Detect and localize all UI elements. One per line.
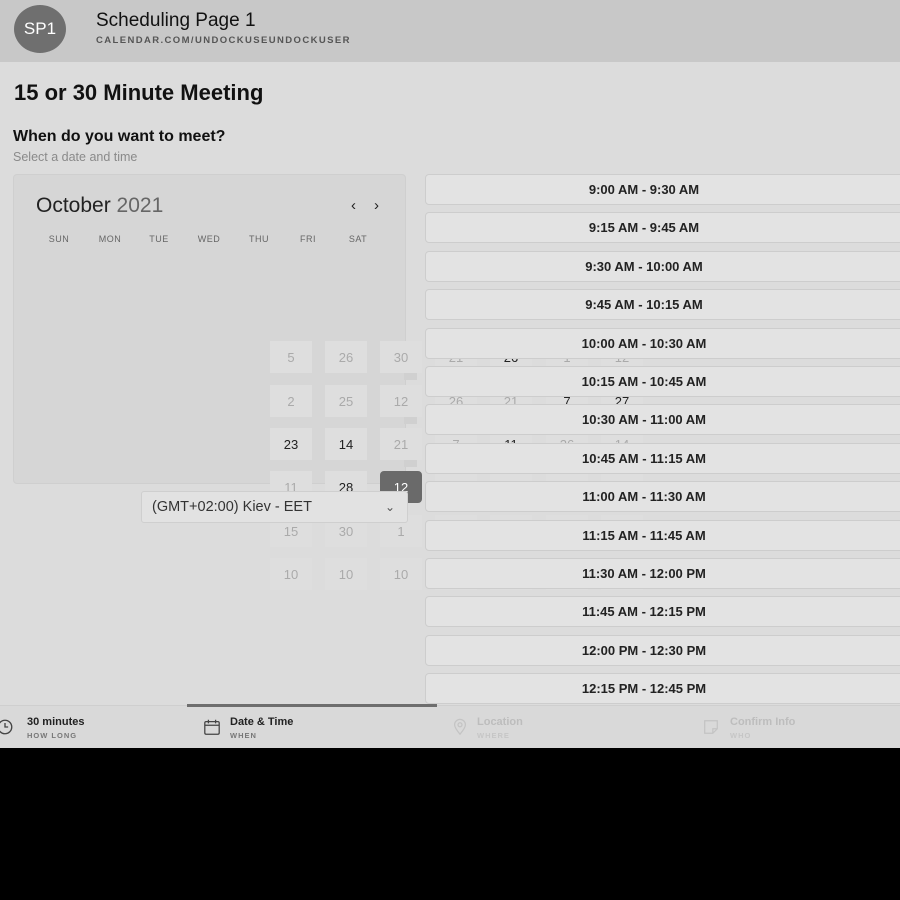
when-heading: When do you want to meet? bbox=[13, 128, 226, 145]
chevron-down-icon: ⌄ bbox=[385, 500, 396, 514]
calendar-day[interactable]: 23 bbox=[270, 428, 312, 460]
step-location-sub: WHERE bbox=[477, 731, 510, 740]
timezone-select[interactable]: (GMT+02:00) Kiev - EET ⌄ bbox=[141, 491, 408, 523]
days-of-week-row: SUN MON TUE WED THU FRI SAT bbox=[14, 234, 405, 248]
timezone-value: (GMT+02:00) Kiev - EET bbox=[152, 499, 312, 515]
header: SP1 Scheduling Page 1 CALENDAR.COM/UNDOC… bbox=[0, 0, 900, 62]
day-of-week-label: SAT bbox=[348, 234, 368, 244]
step-confirm-info-label: Confirm Info bbox=[730, 716, 796, 728]
calendar-fragment bbox=[404, 372, 417, 380]
time-slot-button[interactable]: 11:30 AM - 12:00 PM bbox=[425, 558, 900, 589]
calendar-day[interactable]: 14 bbox=[325, 428, 367, 460]
time-slot-button[interactable]: 9:30 AM - 10:00 AM bbox=[425, 250, 900, 282]
step-location-label: Location bbox=[477, 716, 523, 728]
time-slot-button[interactable]: 10:15 AM - 10:45 AM bbox=[425, 366, 900, 397]
time-slot-button[interactable]: 11:45 AM - 12:15 PM bbox=[425, 596, 900, 628]
time-slot-button[interactable]: 12:00 PM - 12:30 PM bbox=[425, 634, 900, 666]
day-of-week-label: WED bbox=[197, 234, 221, 244]
calendar-month-label: October 2021 bbox=[36, 194, 163, 218]
calendar-day[interactable]: 10 bbox=[270, 558, 312, 590]
next-month-button[interactable]: › bbox=[374, 197, 379, 214]
calendar-fragment bbox=[404, 416, 417, 424]
calendar-day[interactable]: 26 bbox=[325, 341, 367, 373]
calendar-day[interactable]: 30 bbox=[380, 341, 422, 373]
calendar-day[interactable]: 5 bbox=[270, 341, 312, 373]
day-of-week-label: MON bbox=[98, 234, 122, 244]
page-url: CALENDAR.COM/UNDOCKUSEUNDOCKUSER bbox=[96, 35, 351, 46]
step-duration-sub: HOW LONG bbox=[27, 731, 78, 740]
time-slot-button[interactable]: 9:45 AM - 10:15 AM bbox=[425, 289, 900, 321]
calendar-month: October bbox=[36, 194, 111, 217]
avatar: SP1 bbox=[14, 5, 66, 53]
scheduling-app: SP1 Scheduling Page 1 CALENDAR.COM/UNDOC… bbox=[0, 0, 900, 748]
time-slot-button[interactable]: 10:00 AM - 10:30 AM bbox=[425, 327, 900, 359]
prev-month-button[interactable]: ‹ bbox=[351, 197, 356, 214]
day-of-week-label: THU bbox=[249, 234, 269, 244]
calendar-day[interactable]: 12 bbox=[380, 385, 422, 417]
calendar-day[interactable]: 10 bbox=[380, 558, 422, 590]
time-slot-button[interactable]: 9:15 AM - 9:45 AM bbox=[425, 212, 900, 244]
day-of-week-label: SUN bbox=[48, 234, 70, 244]
step-confirm-info-sub: WHO bbox=[730, 731, 752, 740]
time-slot-button[interactable]: 9:00 AM - 9:30 AM bbox=[425, 174, 900, 205]
location-pin-icon bbox=[453, 718, 467, 736]
step-location[interactable]: Location WHERE bbox=[440, 706, 680, 748]
step-duration-label: 30 minutes bbox=[27, 716, 85, 728]
time-slot-button[interactable]: 11:00 AM - 11:30 AM bbox=[425, 481, 900, 513]
calendar-year: 2021 bbox=[116, 194, 164, 217]
calendar-day[interactable]: 21 bbox=[380, 428, 422, 460]
time-slot-button[interactable]: 10:45 AM - 11:15 AM bbox=[425, 442, 900, 474]
when-subheading: Select a date and time bbox=[13, 150, 138, 164]
step-date-time[interactable]: Date & Time WHEN bbox=[190, 706, 430, 748]
confirm-note-icon bbox=[704, 720, 718, 734]
bottom-steps-nav: 30 minutes HOW LONG Date & Time WHEN Loc… bbox=[0, 704, 900, 748]
calendar-fragment bbox=[404, 459, 417, 467]
step-confirm-info[interactable]: Confirm Info WHO bbox=[690, 706, 895, 748]
clock-icon bbox=[0, 719, 13, 735]
step-date-time-label: Date & Time bbox=[230, 716, 294, 728]
step-date-time-sub: WHEN bbox=[230, 731, 257, 740]
calendar-day[interactable]: 25 bbox=[325, 385, 367, 417]
page-title: Scheduling Page 1 bbox=[96, 10, 256, 31]
day-of-week-label: TUE bbox=[149, 234, 169, 244]
time-slot-button[interactable]: 10:30 AM - 11:00 AM bbox=[425, 404, 900, 436]
calendar-icon bbox=[204, 719, 220, 735]
time-slot-button[interactable]: 11:15 AM - 11:45 AM bbox=[425, 519, 900, 551]
step-duration[interactable]: 30 minutes HOW LONG bbox=[0, 706, 180, 748]
day-of-week-label: FRI bbox=[300, 234, 316, 244]
time-slot-button[interactable]: 12:15 PM - 12:45 PM bbox=[425, 673, 900, 705]
meeting-title: 15 or 30 Minute Meeting bbox=[14, 80, 264, 105]
calendar-day[interactable]: 2 bbox=[270, 385, 312, 417]
calendar-day[interactable]: 10 bbox=[325, 558, 367, 590]
